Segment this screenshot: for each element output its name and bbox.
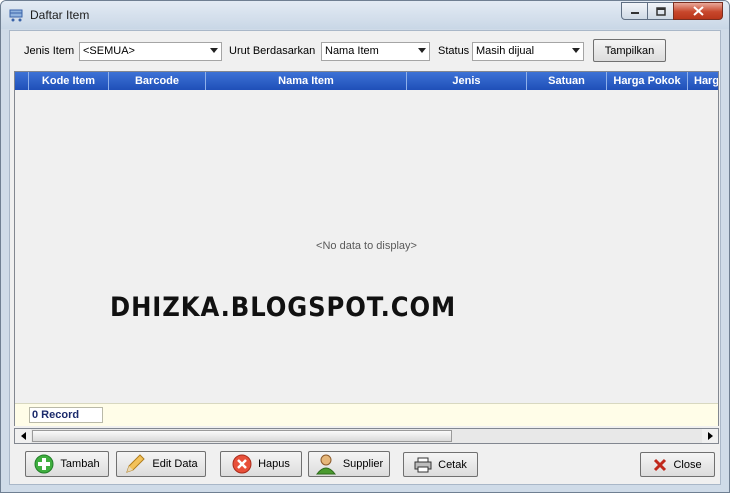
- close-icon: [692, 6, 704, 16]
- scroll-left-button[interactable]: [15, 429, 31, 443]
- column-header[interactable]: Satuan: [527, 72, 607, 90]
- grid-header: Kode Item Barcode Nama Item Jenis Satuan…: [15, 72, 718, 90]
- title-bar[interactable]: Daftar Item: [1, 1, 729, 29]
- plus-icon: [34, 454, 54, 474]
- maximize-icon: [655, 6, 666, 16]
- chevron-down-icon: [572, 48, 580, 53]
- cetak-button[interactable]: Cetak: [403, 452, 478, 477]
- arrow-right-icon: [707, 432, 713, 440]
- jenis-item-combo[interactable]: <SEMUA>: [79, 42, 222, 61]
- minimize-icon: [630, 12, 639, 14]
- supplier-button[interactable]: Supplier: [308, 451, 390, 477]
- window-title: Daftar Item: [30, 8, 90, 22]
- main-window: Daftar Item Jenis Item <SEMUA> Urut Berd…: [0, 0, 730, 493]
- record-count: 0 Record: [29, 407, 103, 423]
- tampilkan-label: Tampilkan: [604, 44, 655, 57]
- user-icon: [315, 454, 336, 475]
- grid-footer: 0 Record: [15, 403, 718, 426]
- hapus-button[interactable]: Hapus: [220, 451, 302, 477]
- empty-grid-message: <No data to display>: [316, 240, 417, 252]
- column-header[interactable]: Nama Item: [206, 72, 407, 90]
- printer-icon: [414, 457, 432, 472]
- horizontal-scrollbar[interactable]: [14, 428, 719, 444]
- close-x-icon: [654, 458, 667, 471]
- column-header[interactable]: Barcode: [109, 72, 206, 90]
- scroll-right-button[interactable]: [702, 429, 718, 443]
- edit-data-label: Edit Data: [152, 458, 198, 470]
- arrow-left-icon: [20, 432, 26, 440]
- column-header[interactable]: Jenis: [407, 72, 527, 90]
- status-label: Status: [438, 45, 470, 57]
- edit-data-button[interactable]: Edit Data: [116, 451, 206, 477]
- tampilkan-button[interactable]: Tampilkan: [593, 39, 666, 62]
- pencil-icon: [126, 454, 146, 473]
- urut-berdasarkan-value: Nama Item: [325, 45, 379, 57]
- row-indicator-header: [15, 72, 29, 90]
- delete-icon: [232, 454, 252, 474]
- column-header[interactable]: Harg: [688, 72, 718, 90]
- item-grid[interactable]: Kode Item Barcode Nama Item Jenis Satuan…: [14, 71, 719, 426]
- minimize-button[interactable]: [621, 2, 648, 20]
- jenis-item-value: <SEMUA>: [83, 45, 135, 57]
- client-area: Jenis Item <SEMUA> Urut Berdasarkan Nama…: [9, 30, 721, 485]
- jenis-item-label: Jenis Item: [24, 45, 75, 57]
- column-header[interactable]: Kode Item: [29, 72, 109, 90]
- status-combo[interactable]: Masih dijual: [472, 42, 584, 61]
- tambah-label: Tambah: [60, 458, 100, 470]
- chevron-down-icon: [418, 48, 426, 53]
- urut-berdasarkan-combo[interactable]: Nama Item: [321, 42, 430, 61]
- hapus-label: Hapus: [258, 458, 290, 470]
- close-label: Close: [673, 458, 702, 471]
- urut-berdasarkan-label: Urut Berdasarkan: [229, 45, 316, 57]
- cart-icon: [9, 9, 23, 22]
- supplier-label: Supplier: [342, 458, 384, 470]
- watermark-text: DHIZKA.BLOGSPOT.COM: [110, 292, 457, 323]
- status-value: Masih dijual: [476, 45, 535, 57]
- tambah-button[interactable]: Tambah: [25, 451, 109, 477]
- maximize-button[interactable]: [647, 2, 674, 20]
- column-header[interactable]: Harga Pokok: [607, 72, 688, 90]
- close-button[interactable]: Close: [640, 452, 715, 477]
- scroll-thumb[interactable]: [32, 430, 452, 442]
- window-close-button[interactable]: [673, 2, 723, 20]
- cetak-label: Cetak: [438, 458, 467, 471]
- chevron-down-icon: [210, 48, 218, 53]
